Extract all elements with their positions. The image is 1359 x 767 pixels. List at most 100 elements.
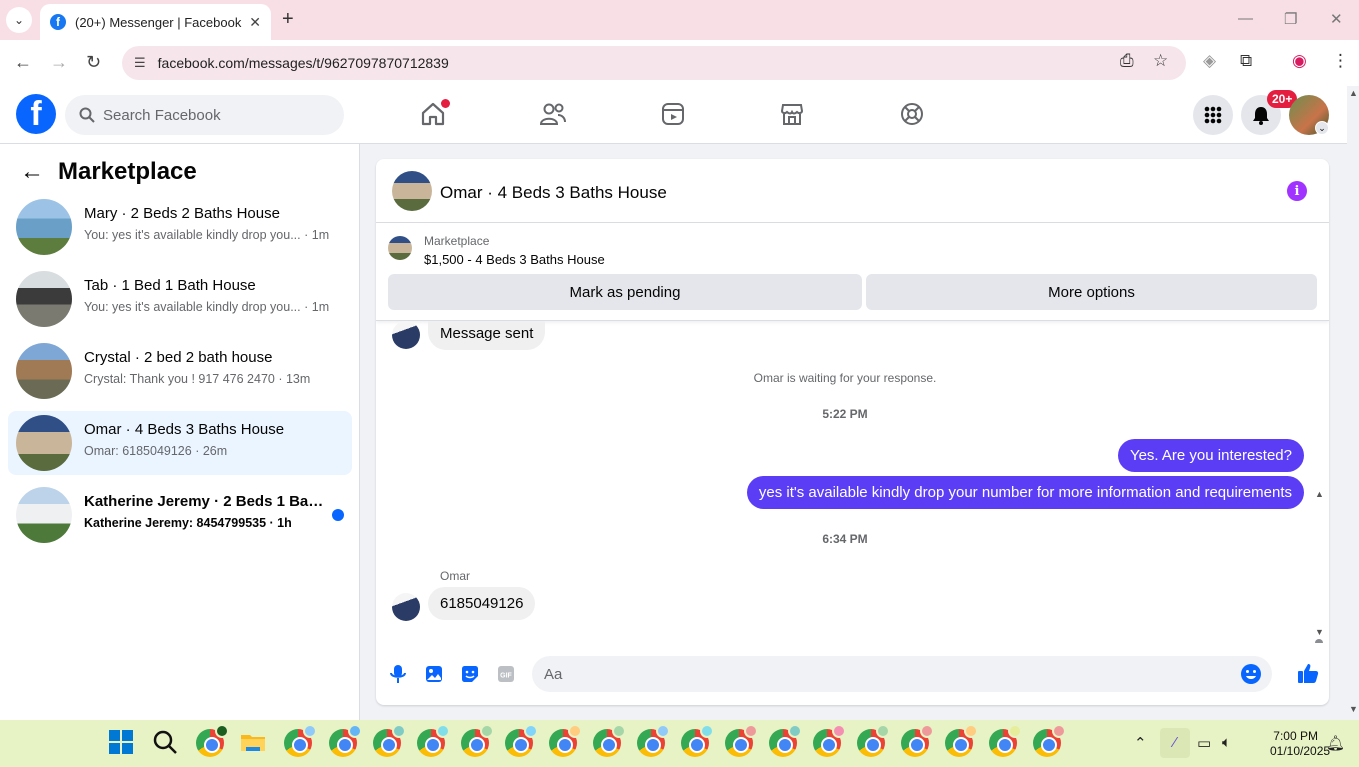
- windows-start-icon[interactable]: [108, 729, 136, 757]
- pen-app-icon[interactable]: ⁄: [1160, 728, 1190, 758]
- sender-avatar[interactable]: [392, 321, 420, 349]
- volume-icon[interactable]: 🔈︎: [1222, 734, 1231, 751]
- menu-kebab-icon[interactable]: ⋮: [1332, 51, 1349, 71]
- thumbs-up-icon[interactable]: [1296, 661, 1320, 685]
- listing-price-title[interactable]: $1,500 - 4 Beds 3 Baths House: [424, 252, 605, 267]
- back-arrow-icon[interactable]: ←: [14, 52, 32, 73]
- chrome-taskbar-icon[interactable]: [681, 724, 714, 757]
- mark-as-pending-button[interactable]: Mark as pending: [388, 274, 862, 310]
- tab-search-chevron-icon[interactable]: ⌄: [6, 7, 32, 33]
- chrome-taskbar-icon[interactable]: [637, 724, 670, 757]
- url-text: facebook.com/messages/t/9627097870712839: [157, 55, 449, 71]
- message-thread[interactable]: Message sent Omar is waiting for your re…: [376, 321, 1329, 643]
- microphone-icon[interactable]: [387, 663, 409, 685]
- conversation-name: Crystal · 2 bed 2 bath house: [84, 349, 273, 366]
- profile-icon[interactable]: ◉: [1292, 51, 1307, 71]
- address-bar[interactable]: ☰ facebook.com/messages/t/96270978707128…: [122, 46, 1186, 80]
- back-arrow-icon[interactable]: ←: [20, 158, 44, 186]
- scroll-down-arrow-icon[interactable]: ▼: [1315, 627, 1324, 637]
- nav-friends-icon[interactable]: [539, 100, 567, 128]
- chat-avatar[interactable]: [392, 171, 432, 211]
- conversation-avatar: [16, 343, 72, 399]
- nav-video-icon[interactable]: [659, 100, 687, 128]
- chrome-taskbar-icon[interactable]: [196, 724, 229, 757]
- chrome-taskbar-icon[interactable]: [505, 724, 538, 757]
- browser-toolbar: ← → ↻ ☰ facebook.com/messages/t/96270978…: [0, 40, 1359, 86]
- chat-title[interactable]: Omar · 4 Beds 3 Baths House: [440, 183, 667, 203]
- chrome-taskbar-icon[interactable]: [373, 724, 406, 757]
- facebook-header: f 20+ ⌄: [0, 86, 1359, 144]
- chrome-taskbar-icon[interactable]: [901, 724, 934, 757]
- forward-arrow-icon[interactable]: →: [50, 52, 68, 73]
- incoming-message[interactable]: Message sent: [428, 321, 546, 350]
- conversation-preview: Omar: 6185049126 · 26m: [84, 444, 228, 458]
- conversation-item-omar[interactable]: Omar · 4 Beds 3 Baths House Omar: 618504…: [8, 411, 352, 475]
- gif-icon[interactable]: GIF: [495, 663, 517, 685]
- search-icon: [79, 107, 95, 123]
- close-window-icon[interactable]: ✕: [1330, 10, 1343, 28]
- outgoing-message[interactable]: Yes. Are you interested?: [1117, 439, 1304, 472]
- extensions-puzzle-icon[interactable]: ⧉: [1240, 51, 1252, 71]
- listing-thumbnail[interactable]: [388, 236, 412, 260]
- conversation-preview: Crystal: Thank you ! 917 476 2470 · 13m: [84, 372, 311, 386]
- conversation-item-katherine[interactable]: Katherine Jeremy · 2 Beds 1 Bath House K…: [8, 483, 352, 547]
- page-scrollbar[interactable]: ▲ ▼: [1347, 86, 1359, 720]
- chrome-taskbar-icon[interactable]: [417, 724, 450, 757]
- minimize-icon[interactable]: —: [1238, 10, 1253, 27]
- sender-avatar[interactable]: [392, 593, 420, 621]
- sidebar-title: Marketplace: [58, 158, 197, 185]
- chrome-taskbar-icon[interactable]: [593, 724, 626, 757]
- nav-home-icon[interactable]: [419, 99, 450, 128]
- chrome-taskbar-icon[interactable]: [725, 724, 758, 757]
- close-tab-icon[interactable]: ✕: [249, 14, 261, 31]
- more-options-button[interactable]: More options: [866, 274, 1317, 310]
- taskbar-clock[interactable]: 7:00 PM 01/10/2025: [1270, 729, 1330, 759]
- chrome-taskbar-icon[interactable]: [857, 724, 890, 757]
- chrome-taskbar-icon[interactable]: [1033, 724, 1066, 757]
- conversation-name: Tab · 1 Bed 1 Bath House: [84, 277, 256, 294]
- info-icon[interactable]: i: [1287, 181, 1307, 201]
- chrome-taskbar-icon[interactable]: [813, 724, 846, 757]
- conversation-preview: You: yes it's available kindly drop you.…: [84, 228, 330, 242]
- message-input[interactable]: [544, 665, 1224, 683]
- chrome-taskbar-icon[interactable]: [549, 724, 582, 757]
- nav-marketplace-icon[interactable]: [778, 100, 806, 128]
- facebook-logo-icon[interactable]: f: [16, 94, 56, 134]
- chrome-taskbar-icon[interactable]: [769, 724, 802, 757]
- reload-icon[interactable]: ↻: [86, 52, 101, 73]
- chrome-taskbar-icon[interactable]: [329, 724, 362, 757]
- bookmark-star-icon[interactable]: ☆: [1153, 51, 1168, 71]
- notification-center-bell-icon[interactable]: 🔔︎: [1326, 734, 1345, 752]
- browser-tab-messenger[interactable]: f (20+) Messenger | Facebook ✕: [40, 4, 271, 40]
- search-box[interactable]: [65, 95, 344, 135]
- restore-icon[interactable]: ❐: [1284, 10, 1297, 28]
- emoji-icon[interactable]: [1240, 663, 1262, 685]
- site-info-icon[interactable]: ☰: [134, 55, 146, 71]
- thread-scrollbar[interactable]: ▲: [1314, 489, 1324, 643]
- chrome-taskbar-icon[interactable]: [284, 724, 317, 757]
- install-app-icon[interactable]: ⎙: [1120, 51, 1134, 71]
- incoming-message[interactable]: 6185049126: [428, 587, 536, 620]
- photo-icon[interactable]: [423, 663, 445, 685]
- tray-chevron-up-icon[interactable]: ⌃: [1134, 734, 1147, 752]
- chrome-taskbar-icon[interactable]: [461, 724, 494, 757]
- nav-gaming-icon[interactable]: [898, 100, 926, 128]
- conversation-name: Katherine Jeremy · 2 Beds 1 Bath House: [84, 493, 324, 510]
- account-chevron-down-icon[interactable]: ⌄: [1315, 121, 1329, 135]
- chrome-taskbar-icon[interactable]: [989, 724, 1022, 757]
- conversation-item-mary[interactable]: Mary · 2 Beds 2 Baths House You: yes it'…: [8, 195, 352, 259]
- conversation-item-tab[interactable]: Tab · 1 Bed 1 Bath House You: yes it's a…: [8, 267, 352, 331]
- file-explorer-icon[interactable]: [240, 729, 268, 757]
- network-icon[interactable]: ▭: [1197, 734, 1211, 752]
- conversation-item-crystal[interactable]: Crystal · 2 bed 2 bath house Crystal: Th…: [8, 339, 352, 403]
- message-input-box[interactable]: [532, 656, 1272, 692]
- shield-icon[interactable]: ◈: [1203, 51, 1216, 71]
- menu-grid-icon[interactable]: [1193, 95, 1233, 135]
- sticker-icon[interactable]: [459, 663, 481, 685]
- chat-header: Omar · 4 Beds 3 Baths House i: [376, 159, 1329, 223]
- search-input[interactable]: [103, 106, 323, 124]
- chrome-taskbar-icon[interactable]: [945, 724, 978, 757]
- outgoing-message[interactable]: yes it's available kindly drop your numb…: [746, 476, 1304, 509]
- new-tab-plus-icon[interactable]: +: [282, 8, 294, 31]
- taskbar-search-icon[interactable]: [152, 729, 180, 757]
